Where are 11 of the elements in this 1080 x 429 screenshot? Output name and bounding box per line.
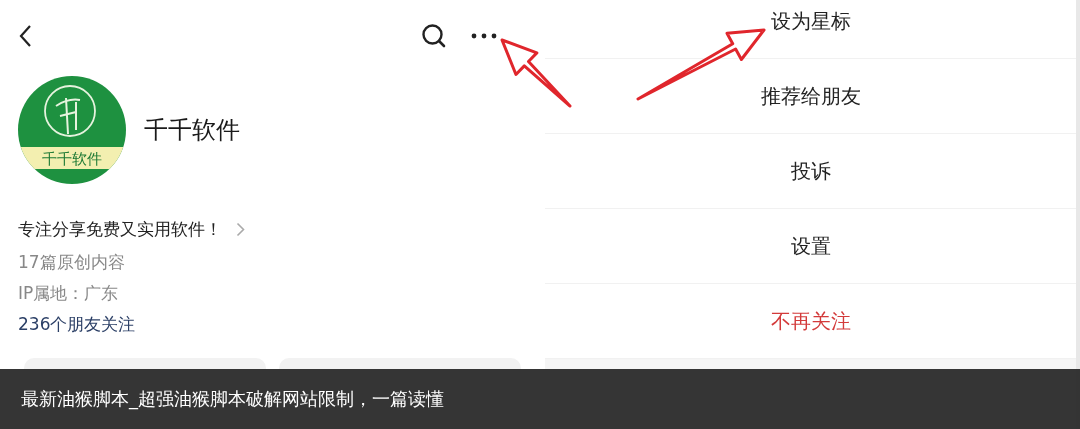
account-bio: 专注分享免费又实用软件！ [18, 218, 222, 241]
more-icon[interactable] [471, 33, 497, 39]
back-icon[interactable] [18, 24, 32, 48]
account-stat: 17篇原创内容 [18, 252, 126, 272]
search-icon[interactable] [421, 23, 447, 49]
account-stat: IP属地：广东 [18, 283, 120, 303]
avatar-logo: 千千软件 [18, 76, 126, 184]
friends-following-link[interactable]: 236个朋友关注 [18, 314, 527, 334]
account-name: 千千软件 [144, 115, 240, 146]
caption-text: 最新油猴脚本_超强油猴脚本破解网站限制，一篇读懂 [21, 387, 444, 411]
annotation-arrow [500, 38, 572, 108]
